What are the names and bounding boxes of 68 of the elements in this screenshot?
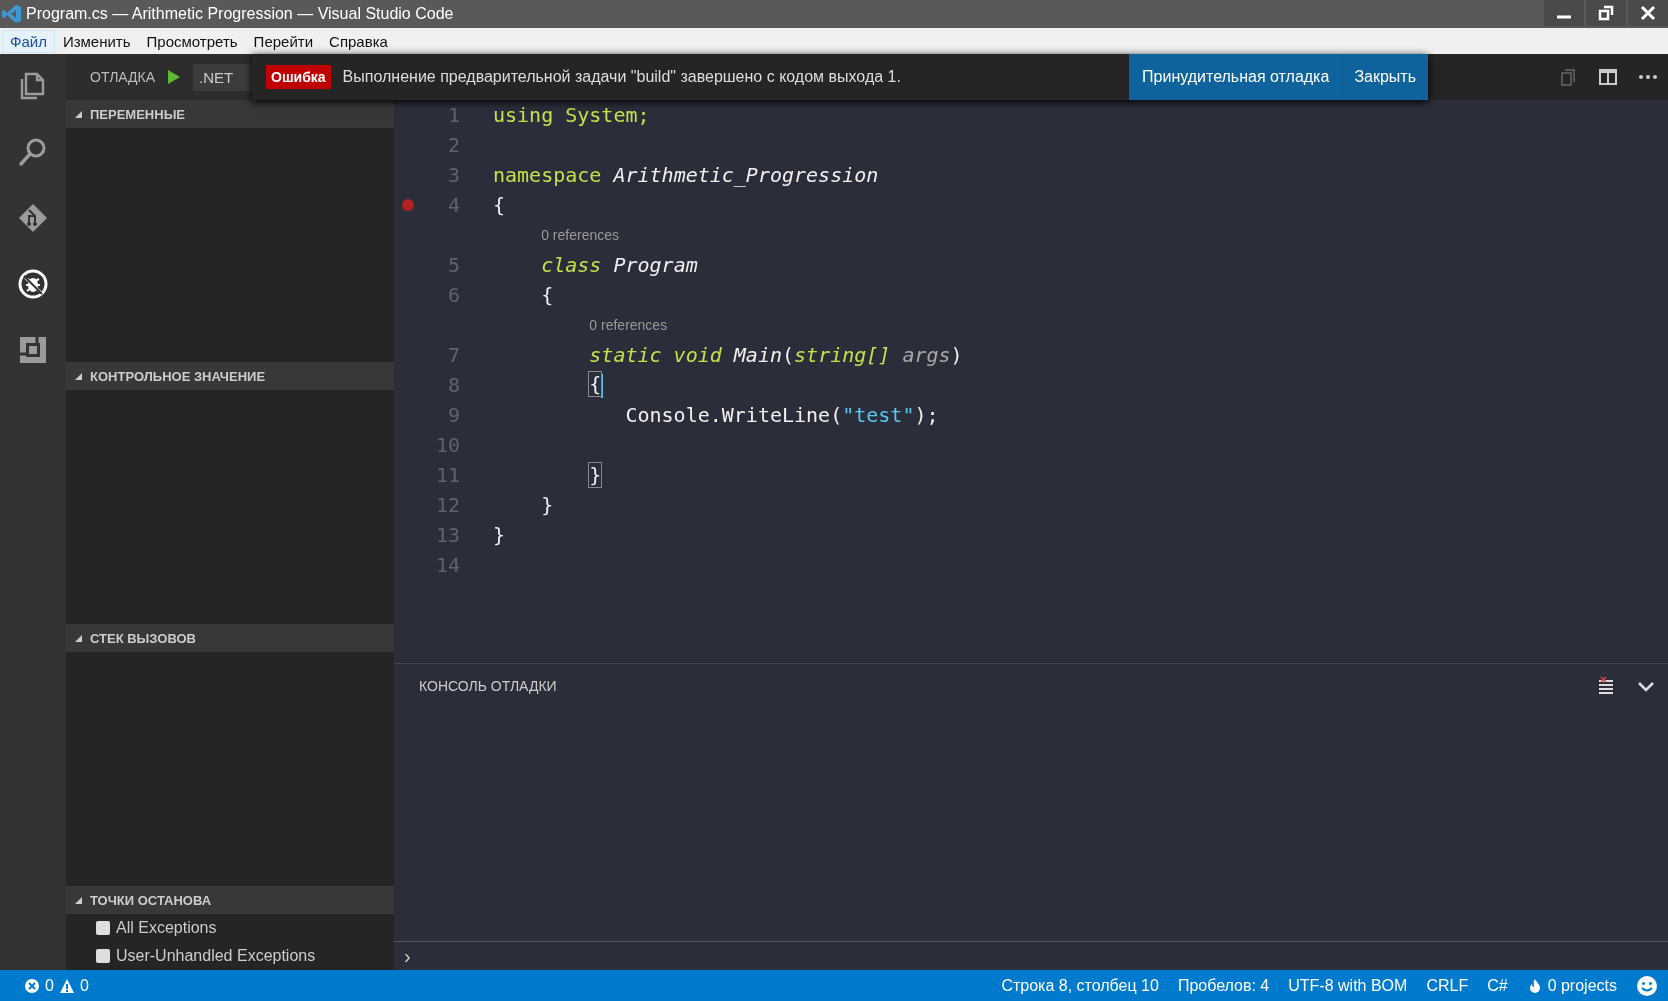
notification-message: Выполнение предварительной задачи "build" завершено с кодом выхода 1. (342, 68, 901, 86)
bug-icon[interactable] (17, 268, 49, 300)
menu-item[interactable]: Файл (2, 29, 55, 53)
section-title: ТОЧКИ ОСТАНОВА (90, 892, 212, 908)
notification-button[interactable]: Принудительная отладка (1129, 54, 1342, 100)
minimize-icon (1557, 15, 1571, 19)
error-icon (24, 977, 40, 994)
breakpoint-label: User-Unhandled Exceptions (116, 947, 316, 965)
error-badge: Ошибка (266, 65, 331, 89)
expand-icon (74, 372, 82, 380)
code-line: } (493, 523, 506, 547)
console-prompt: › (404, 944, 411, 968)
notification-button[interactable]: Закрыть (1341, 54, 1428, 100)
smiley-icon[interactable] (1636, 974, 1658, 997)
breakpoint-dot[interactable] (402, 199, 414, 211)
expand-icon (74, 634, 82, 642)
code-line: } (541, 493, 554, 517)
minimize-button[interactable] (1544, 0, 1584, 26)
codelens-link[interactable]: 0 references (541, 227, 619, 243)
section-title: СТЕК ВЫЗОВОВ (90, 630, 196, 646)
status-item[interactable]: Строка 8, столбец 10 (1001, 976, 1159, 995)
error-count: 0 (45, 976, 54, 995)
status-item[interactable]: CRLF (1426, 976, 1469, 995)
code-line: class Program (541, 253, 698, 277)
menu-item[interactable]: Просмотреть (138, 29, 246, 53)
panel-title: КОНСОЛЬ ОТЛАДКИ (419, 678, 557, 694)
expand-icon (74, 110, 82, 118)
restore-button[interactable] (1586, 0, 1626, 26)
section-header[interactable]: СТЕК ВЫЗОВОВ (66, 624, 394, 652)
section-title: КОНТРОЛЬНОЕ ЗНАЧЕНИЕ (90, 368, 266, 384)
code-line: { (493, 193, 506, 217)
code-line: namespace Arithmetic_Progression (493, 163, 879, 187)
status-item[interactable]: C# (1487, 976, 1508, 995)
expand-icon (74, 896, 82, 904)
close-button[interactable] (1628, 0, 1668, 26)
warning-icon (58, 977, 75, 994)
panel-title: ОТЛАДКА (90, 69, 156, 85)
section-title: ПЕРЕМЕННЫЕ (90, 106, 186, 122)
section-header[interactable]: ПЕРЕМЕННЫЕ (66, 100, 394, 128)
menu-item[interactable]: Перейти (245, 29, 322, 53)
code-line: static void Main(string[] args) (589, 343, 963, 367)
status-item[interactable]: UTF-8 with BOM (1288, 976, 1408, 995)
status-item[interactable]: Пробелов: 4 (1177, 976, 1270, 995)
restore-icon (1598, 5, 1614, 21)
code-line: } (589, 463, 602, 487)
code-line: using System; (493, 103, 650, 127)
warning-count: 0 (79, 976, 89, 995)
branch-icon[interactable] (17, 202, 49, 234)
clear-console-icon[interactable] (1596, 676, 1616, 696)
checkbox[interactable] (96, 949, 110, 963)
code-line: { (541, 283, 554, 307)
window-title: Program.cs — Arithmetic Progression — Visual Studio Code (26, 5, 454, 23)
app-logo-icon (2, 4, 22, 24)
code-line: { (589, 372, 604, 398)
section-header[interactable]: КОНТРОЛЬНОЕ ЗНАЧЕНИЕ (66, 362, 394, 390)
checkbox[interactable] (96, 921, 110, 935)
extensions-icon[interactable] (17, 334, 49, 366)
code-line: Console.WriteLine("test"); (625, 403, 939, 427)
breakpoint-label: All Exceptions (116, 919, 217, 937)
status-item[interactable]: 0 projects (1547, 976, 1617, 995)
split-editor-icon[interactable] (1598, 67, 1618, 87)
menu-item[interactable]: Изменить (54, 29, 139, 53)
codelens-link[interactable]: 0 references (589, 317, 668, 333)
play-icon[interactable] (167, 69, 182, 85)
problems-indicator[interactable]: 0 0 (24, 976, 89, 995)
close-icon (1640, 5, 1656, 21)
menu-item[interactable]: Справка (321, 29, 396, 53)
section-header[interactable]: ТОЧКИ ОСТАНОВА (66, 886, 394, 914)
